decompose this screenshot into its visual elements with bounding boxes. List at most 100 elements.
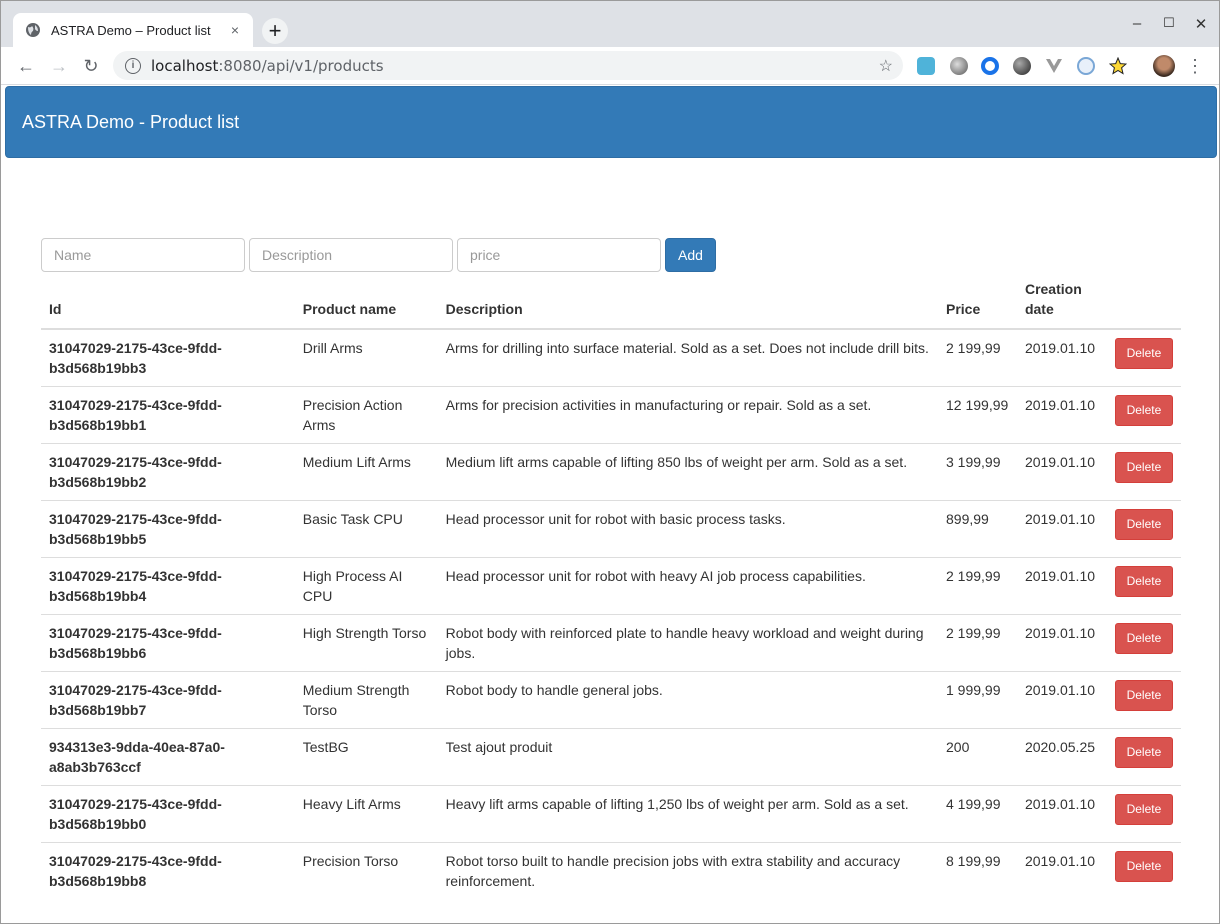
browser-window: ASTRA Demo – Product list × + – ☐ ✕ ← → … <box>0 0 1220 924</box>
react-extension-icon[interactable] <box>1077 57 1095 75</box>
delete-button[interactable]: Delete <box>1114 680 1173 711</box>
products-table: Id Product name Description Price Creati… <box>41 279 1181 900</box>
browser-tab[interactable]: ASTRA Demo – Product list × <box>13 13 253 47</box>
product-actions-cell: Delete <box>1106 842 1181 900</box>
table-row: 31047029-2175-43ce-9fdd-b3d568b19bb7 Medi… <box>41 671 1181 729</box>
table-row: 31047029-2175-43ce-9fdd-b3d568b19bb1 Prec… <box>41 386 1181 444</box>
table-row: 31047029-2175-43ce-9fdd-b3d568b19bb4 High… <box>41 557 1181 615</box>
product-id-cell: 31047029-2175-43ce-9fdd-b3d568b19bb1 <box>41 386 295 444</box>
delete-button[interactable]: Delete <box>1114 566 1173 597</box>
new-tab-button[interactable]: + <box>262 18 288 44</box>
product-id-cell: 31047029-2175-43ce-9fdd-b3d568b19bb2 <box>41 443 295 501</box>
name-input[interactable] <box>41 238 245 272</box>
page-navbar: ASTRA Demo - Product list <box>5 86 1217 158</box>
product-date-cell: 2019.01.10 <box>1016 842 1107 900</box>
reload-icon[interactable]: ↻ <box>80 55 102 77</box>
product-name-cell: Precision Torso <box>294 842 438 900</box>
minimize-icon[interactable]: – <box>1127 15 1147 32</box>
delete-button[interactable]: Delete <box>1114 452 1173 483</box>
product-price-cell: 8 199,99 <box>938 842 1017 900</box>
product-name-cell: Heavy Lift Arms <box>294 785 438 843</box>
grey-ball-extension-icon[interactable] <box>950 57 968 75</box>
table-row: 31047029-2175-43ce-9fdd-b3d568b19bb8 Prec… <box>41 842 1181 900</box>
header-product-name: Product name <box>294 279 438 330</box>
product-date-cell: 2019.01.10 <box>1016 386 1107 444</box>
info-icon[interactable]: i <box>125 57 141 74</box>
product-price-cell: 2 199,99 <box>938 328 1017 387</box>
back-icon[interactable]: ← <box>15 55 37 77</box>
product-description-cell: Head processor unit for robot with basic… <box>437 500 938 558</box>
price-input[interactable] <box>457 238 661 272</box>
product-id-cell: 31047029-2175-43ce-9fdd-b3d568b19bb7 <box>41 671 295 729</box>
products-table-body: 31047029-2175-43ce-9fdd-b3d568b19bb3 Dril… <box>41 328 1181 900</box>
product-description-cell: Robot body with reinforced plate to hand… <box>437 614 938 672</box>
forward-icon[interactable]: → <box>48 55 70 77</box>
product-date-cell: 2019.01.10 <box>1016 671 1107 729</box>
product-id-cell: 31047029-2175-43ce-9fdd-b3d568b19bb0 <box>41 785 295 843</box>
delete-button[interactable]: Delete <box>1114 338 1173 369</box>
product-date-cell: 2019.01.10 <box>1016 328 1107 387</box>
url-path: :8080/api/v1/products <box>218 56 384 75</box>
header-id: Id <box>41 279 295 330</box>
product-description-cell: Robot torso built to handle precision jo… <box>437 842 938 900</box>
product-actions-cell: Delete <box>1106 557 1181 615</box>
star-extension-icon[interactable] <box>1109 57 1127 75</box>
product-name-cell: High Strength Torso <box>294 614 438 672</box>
tab-strip: ASTRA Demo – Product list × + – ☐ ✕ <box>1 1 1219 47</box>
window-close-icon[interactable]: ✕ <box>1191 15 1211 33</box>
product-name-cell: Medium Lift Arms <box>294 443 438 501</box>
delete-button[interactable]: Delete <box>1114 509 1173 540</box>
delete-button[interactable]: Delete <box>1114 794 1173 825</box>
product-price-cell: 3 199,99 <box>938 443 1017 501</box>
table-row: 31047029-2175-43ce-9fdd-b3d568b19bb2 Medi… <box>41 443 1181 501</box>
delete-button[interactable]: Delete <box>1114 737 1173 768</box>
product-id-cell: 31047029-2175-43ce-9fdd-b3d568b19bb4 <box>41 557 295 615</box>
header-actions <box>1106 279 1181 330</box>
delete-button[interactable]: Delete <box>1114 851 1173 882</box>
add-button[interactable]: Add <box>665 238 716 272</box>
table-header-row: Id Product name Description Price Creati… <box>41 279 1181 330</box>
product-price-cell: 12 199,99 <box>938 386 1017 444</box>
product-description-cell: Robot body to handle general jobs. <box>437 671 938 729</box>
product-actions-cell: Delete <box>1106 500 1181 558</box>
product-id-cell: 31047029-2175-43ce-9fdd-b3d568b19bb6 <box>41 614 295 672</box>
product-actions-cell: Delete <box>1106 614 1181 672</box>
vue-extension-icon[interactable] <box>1045 57 1063 75</box>
header-creation-date: Creation date <box>1016 279 1107 330</box>
browser-toolbar: ← → ↻ i localhost:8080/api/v1/products ☆… <box>1 47 1219 85</box>
product-actions-cell: Delete <box>1106 328 1181 387</box>
table-row: 934313e3-9dda-40ea-87a0-a8ab3b763ccf Test… <box>41 728 1181 786</box>
delete-button[interactable]: Delete <box>1114 623 1173 654</box>
product-date-cell: 2020.05.25 <box>1016 728 1107 786</box>
product-description-cell: Arms for drilling into surface material.… <box>437 328 938 387</box>
product-name-cell: High Process AI CPU <box>294 557 438 615</box>
balls-extension-icon[interactable] <box>1013 57 1031 75</box>
table-row: 31047029-2175-43ce-9fdd-b3d568b19bb5 Basi… <box>41 500 1181 558</box>
menu-icon[interactable]: ⋮ <box>1184 55 1206 77</box>
product-actions-cell: Delete <box>1106 443 1181 501</box>
product-description-cell: Test ajout produit <box>437 728 938 786</box>
product-id-cell: 31047029-2175-43ce-9fdd-b3d568b19bb5 <box>41 500 295 558</box>
product-date-cell: 2019.01.10 <box>1016 785 1107 843</box>
product-actions-cell: Delete <box>1106 671 1181 729</box>
cookie-extension-icon[interactable] <box>917 57 935 75</box>
product-id-cell: 934313e3-9dda-40ea-87a0-a8ab3b763ccf <box>41 728 295 786</box>
tab-close-icon[interactable]: × <box>227 22 243 38</box>
avatar[interactable] <box>1153 55 1175 77</box>
product-description-cell: Arms for precision activities in manufac… <box>437 386 938 444</box>
product-date-cell: 2019.01.10 <box>1016 500 1107 558</box>
address-bar[interactable]: i localhost:8080/api/v1/products ☆ <box>113 51 903 80</box>
globe-icon <box>26 23 40 37</box>
product-id-cell: 31047029-2175-43ce-9fdd-b3d568b19bb8 <box>41 842 295 900</box>
delete-button[interactable]: Delete <box>1114 395 1173 426</box>
description-input[interactable] <box>249 238 453 272</box>
url-text: localhost:8080/api/v1/products <box>151 57 384 75</box>
bookmark-star-icon[interactable]: ☆ <box>879 56 893 76</box>
product-actions-cell: Delete <box>1106 785 1181 843</box>
blue-ring-extension-icon[interactable] <box>981 57 999 75</box>
page-title[interactable]: ASTRA Demo - Product list <box>22 112 239 133</box>
tab-title: ASTRA Demo – Product list <box>51 22 211 38</box>
product-price-cell: 2 199,99 <box>938 557 1017 615</box>
maximize-icon[interactable]: ☐ <box>1159 15 1179 31</box>
url-host: localhost <box>151 56 219 75</box>
